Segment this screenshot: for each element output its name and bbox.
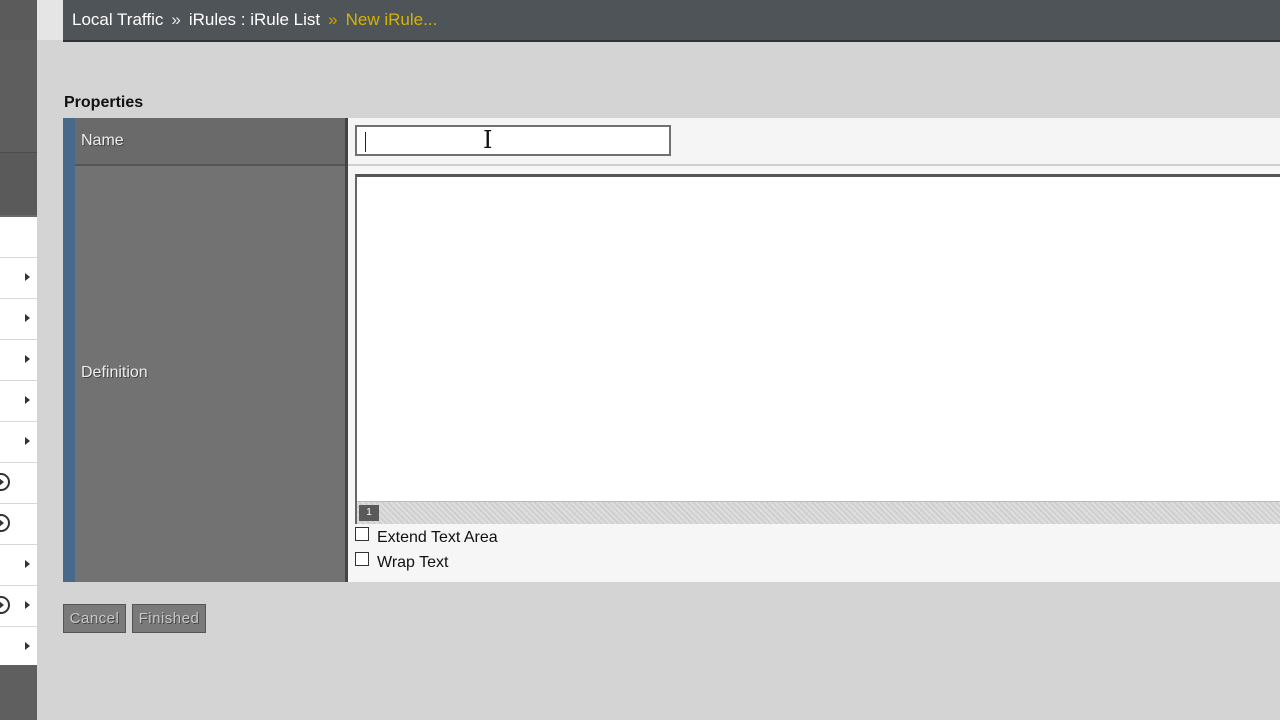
extend-text-area-option[interactable]: Extend Text Area [355,527,498,547]
nav-menu-item[interactable] [0,381,37,422]
nav-section-header-2[interactable] [0,153,37,215]
header-spacer [37,0,63,40]
page: Local Traffic » iRules : iRule List » New iR… [0,0,1280,720]
wrap-text-checkbox[interactable] [355,552,369,566]
chevron-right-icon [25,273,30,281]
create-circle-icon[interactable] [0,596,10,614]
nav-menu-item[interactable] [0,504,37,545]
nav-section-header[interactable] [0,40,37,153]
horizontal-scrollbar[interactable]: 1 [357,501,1280,524]
definition-editor: 1 [355,174,1280,524]
breadcrumb-header: Local Traffic » iRules : iRule List » New iR… [63,0,1280,42]
chevron-right-icon [25,314,30,322]
chevron-right-icon [25,355,30,363]
line-number: 1 [359,505,379,521]
breadcrumb-separator: » [328,10,338,29]
definition-textarea[interactable] [357,177,1280,507]
cancel-button[interactable]: Cancel [63,604,126,633]
nav-menu-item[interactable] [0,545,37,586]
name-label-cell: Name [75,118,345,166]
breadcrumb-irule-list[interactable]: iRules : iRule List [189,10,320,29]
chevron-right-icon [25,601,30,609]
breadcrumb-current: New iRule... [345,10,438,29]
breadcrumb-local-traffic[interactable]: Local Traffic [72,10,163,29]
definition-label: Definition [81,364,148,381]
chevron-right-icon [25,642,30,650]
left-navigation [0,0,37,720]
extend-text-area-checkbox[interactable] [355,527,369,541]
nav-menu-item[interactable] [0,586,37,627]
text-cursor-icon: I [483,126,493,154]
chevron-right-icon [25,560,30,568]
text-caret [365,132,366,152]
nav-menu-item[interactable] [0,217,37,258]
nav-top-block [0,0,37,40]
nav-menu-item[interactable] [0,299,37,340]
finished-button[interactable]: Finished [132,604,206,633]
nav-bottom-block [0,665,37,720]
extend-text-area-label: Extend Text Area [377,529,498,546]
properties-table: Name Definition I 1 Extend Text Area Wra… [63,118,1280,582]
nav-menu-item[interactable] [0,627,37,668]
nav-menu-item[interactable] [0,463,37,504]
chevron-right-icon [25,437,30,445]
value-column: I 1 Extend Text Area Wrap Text [345,118,1280,582]
create-circle-icon[interactable] [0,514,10,532]
wrap-text-label: Wrap Text [377,554,449,571]
name-row: I [348,118,1280,166]
create-circle-icon[interactable] [0,473,10,491]
nav-menu-item[interactable] [0,422,37,463]
name-label: Name [81,132,124,149]
name-input[interactable] [355,125,671,156]
chevron-right-icon [25,396,30,404]
section-title: Properties [64,94,144,111]
nav-menu-item[interactable] [0,340,37,381]
wrap-text-option[interactable]: Wrap Text [355,552,449,572]
definition-label-cell: Definition [75,166,345,582]
nav-menu [0,217,37,668]
nav-menu-item[interactable] [0,258,37,299]
breadcrumb: Local Traffic » iRules : iRule List » New iR… [72,10,437,30]
breadcrumb-separator: » [171,10,181,29]
